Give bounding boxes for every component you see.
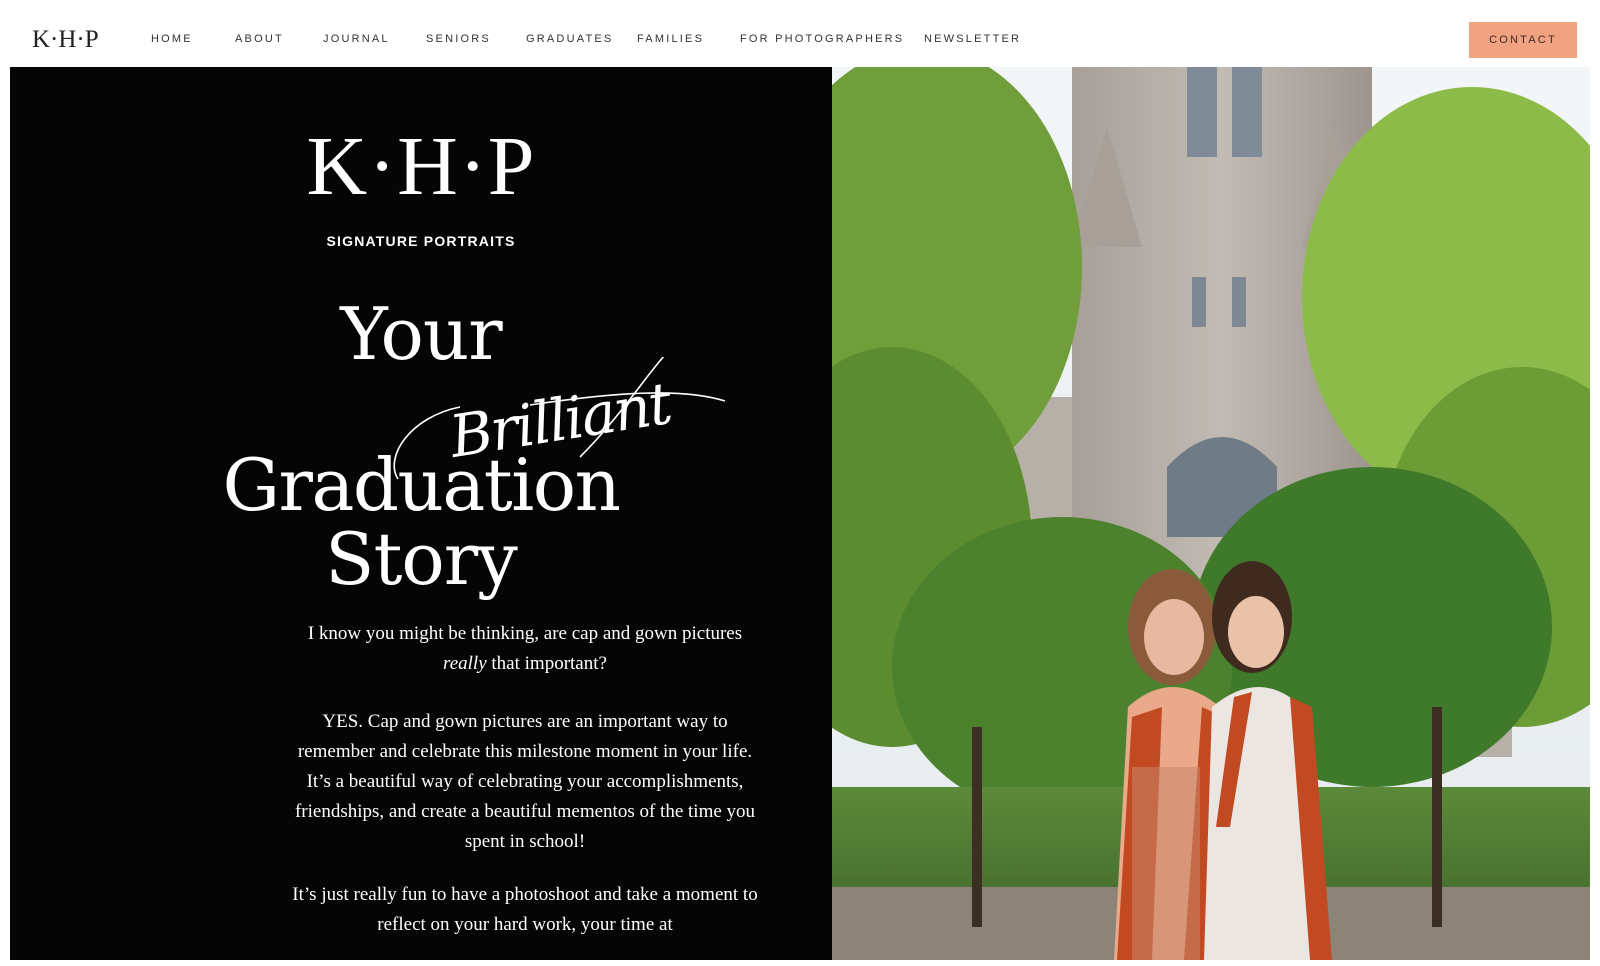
graduates-photo-image: [832, 67, 1590, 960]
site-logo[interactable]: K·H·P: [32, 24, 99, 56]
nav-graduates[interactable]: GRADUATES: [526, 32, 613, 46]
intro-paragraph: I know you might be thinking, are cap an…: [285, 619, 765, 679]
contact-button[interactable]: CONTACT: [1469, 22, 1577, 58]
nav-for-photographers[interactable]: FOR PHOTOGRAPHERS: [740, 32, 904, 46]
fun-paragraph: It’s just really fun to have a photoshoo…: [292, 884, 758, 935]
intro-emphasis: really: [443, 653, 487, 674]
hero-photo: [832, 67, 1590, 960]
nav-newsletter[interactable]: NEWSLETTER: [924, 32, 1021, 46]
yes-paragraph: YES. Cap and gown pictures are an import…: [294, 711, 756, 852]
nav-journal[interactable]: JOURNAL: [323, 32, 390, 46]
nav-home[interactable]: HOME: [151, 32, 193, 46]
hero-tagline: SIGNATURE PORTRAITS: [326, 233, 516, 249]
hero-logo: K·H·P: [306, 120, 536, 213]
intro-text-end: that important?: [491, 653, 607, 674]
nav-about[interactable]: ABOUT: [235, 32, 284, 46]
nav-families[interactable]: FAMILIES: [637, 32, 704, 46]
nav-seniors[interactable]: SENIORS: [426, 32, 491, 46]
headline-graduation: Graduation: [222, 443, 621, 527]
intro-text-start: I know you might be thinking, are cap an…: [307, 623, 743, 644]
headline-story: Story: [325, 517, 518, 601]
hero-text-panel: K·H·P SIGNATURE PORTRAITS Your Brilliant…: [10, 67, 832, 960]
site-header: K·H·P HOME ABOUT JOURNAL SENIORS GRADUAT…: [0, 0, 1600, 67]
